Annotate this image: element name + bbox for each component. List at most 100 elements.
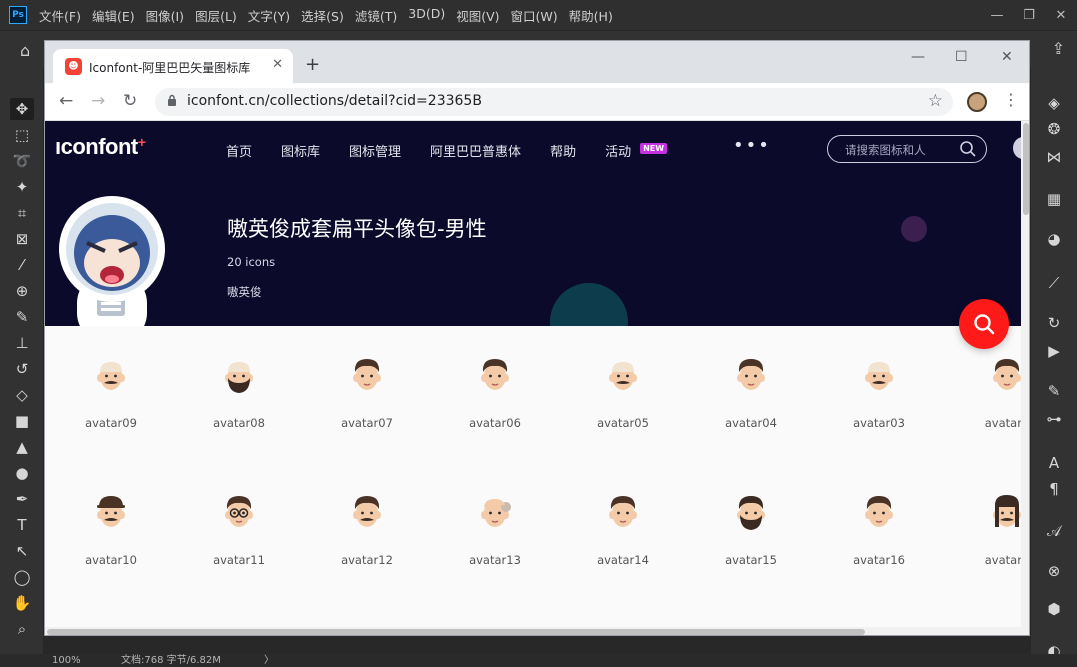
color-icon[interactable]: ◕ [1041, 228, 1067, 250]
navigator-icon[interactable]: ⊗ [1041, 560, 1067, 582]
profile-avatar[interactable] [967, 92, 987, 112]
url-text[interactable]: iconfont.cn/collections/detail?cid=23365… [187, 93, 482, 109]
horizontal-scrollbar[interactable] [45, 627, 1021, 635]
vertical-scrollbar[interactable] [1021, 121, 1029, 635]
crop-tool-icon[interactable]: ⌗ [10, 202, 34, 224]
eyedropper-icon[interactable]: ⁄ [10, 254, 34, 276]
pen-tool-icon[interactable]: ✒ [10, 488, 34, 510]
more-menu-icon[interactable]: ••• [733, 135, 771, 156]
horizontal-scroll-thumb[interactable] [47, 629, 865, 635]
nav-item[interactable]: 图标库 [281, 141, 320, 160]
home-icon[interactable]: ⌂ [20, 41, 30, 60]
browser-tab[interactable]: ☻ Iconfont-阿里巴巴矢量图标库 ✕ [53, 49, 293, 83]
glyphs-icon[interactable]: 𝒜 [1041, 520, 1067, 542]
minimize-icon[interactable]: — [981, 8, 1013, 23]
icon-card[interactable]: avatar09 [66, 356, 156, 436]
icon-card[interactable]: avatar15 [706, 493, 796, 573]
path-select-icon[interactable]: ↖ [10, 540, 34, 562]
icon-card[interactable]: avatar08 [194, 356, 284, 436]
icon-card[interactable]: avatar07 [322, 356, 412, 436]
hand-tool-icon[interactable]: ✋ [10, 592, 34, 614]
icon-card[interactable]: avatar10 [66, 493, 156, 573]
channels-icon[interactable]: ❂ [1041, 118, 1067, 140]
icon-card[interactable]: avatar14 [578, 493, 668, 573]
browser-menu-icon[interactable]: ⋮ [1003, 90, 1019, 109]
brushes-icon[interactable]: ✎ [1041, 380, 1067, 402]
stamp-tool-icon[interactable]: ⊥ [10, 332, 34, 354]
nav-item[interactable]: 图标管理 [349, 141, 401, 160]
new-tab-icon[interactable]: + [305, 54, 320, 75]
paths-icon[interactable]: ⋈ [1041, 146, 1067, 168]
type-tool-icon[interactable]: T [10, 514, 34, 536]
icon-card[interactable]: avatar04 [706, 356, 796, 436]
icon-card[interactable]: avatar05 [578, 356, 668, 436]
tab-close-icon[interactable]: ✕ [272, 57, 283, 72]
brush-settings-icon[interactable]: ⊶ [1041, 408, 1067, 430]
history-brush-icon[interactable]: ↺ [10, 358, 34, 380]
move-tool-icon[interactable]: ✥ [10, 98, 34, 120]
adjustments-icon[interactable]: ⟋ [1041, 272, 1067, 294]
search-icon[interactable] [959, 140, 977, 158]
eraser-tool-icon[interactable]: ◇ [10, 384, 34, 406]
marquee-tool-icon[interactable]: ⬚ [10, 124, 34, 146]
brush-tool-icon[interactable]: ✎ [10, 306, 34, 328]
lasso-tool-icon[interactable]: ➰ [10, 150, 34, 172]
shape-tool-icon[interactable]: ◯ [10, 566, 34, 588]
icon-card[interactable]: avatar03 [834, 356, 924, 436]
browser-maximize-icon[interactable]: ☐ [955, 49, 968, 65]
browser-close-icon[interactable]: ✕ [1001, 49, 1013, 65]
browser-minimize-icon[interactable]: — [911, 49, 925, 65]
ps-logo-icon[interactable]: Ps [9, 6, 27, 24]
ps-menu-item[interactable]: 选择(S) [301, 6, 344, 25]
icon-card[interactable]: avatar16 [834, 493, 924, 573]
status-menu-arrow[interactable]: 〉 [264, 654, 274, 667]
magic-wand-icon[interactable]: ✦ [10, 176, 34, 198]
icon-card[interactable]: avatar1 [962, 493, 1029, 573]
gradient-tool-icon[interactable]: ■ [10, 410, 34, 432]
back-icon[interactable]: ← [59, 91, 73, 111]
character-icon[interactable]: A [1041, 452, 1067, 474]
ps-menu-item[interactable]: 图层(L) [195, 6, 237, 25]
close-icon[interactable]: ✕ [1045, 8, 1077, 23]
swatches-icon[interactable]: ▦ [1041, 188, 1067, 210]
restore-icon[interactable]: ❐ [1013, 8, 1045, 23]
reload-icon[interactable]: ↻ [123, 91, 137, 111]
forward-icon[interactable]: → [91, 91, 105, 111]
ps-menu-item[interactable]: 文件(F) [39, 6, 81, 25]
blur-tool-icon[interactable]: ▲ [10, 436, 34, 458]
history-icon[interactable]: ↻ [1041, 312, 1067, 334]
collection-author[interactable]: 嗷英俊 [227, 284, 262, 300]
ps-menu-item[interactable]: 视图(V) [456, 6, 499, 25]
3d-icon[interactable]: ⬢ [1041, 598, 1067, 620]
layers-icon[interactable]: ◈ [1041, 92, 1067, 114]
ps-menu-item[interactable]: 编辑(E) [92, 6, 135, 25]
healing-brush-icon[interactable]: ⊕ [10, 280, 34, 302]
nav-item[interactable]: 活动 NEW [605, 141, 668, 160]
ps-menu-item[interactable]: 文字(Y) [248, 6, 290, 25]
zoom-level[interactable]: 100% [52, 654, 81, 667]
zoom-tool-icon[interactable]: ⌕ [10, 618, 34, 640]
user-avatar[interactable] [1013, 137, 1021, 159]
ps-menu-item[interactable]: 3D(D) [408, 6, 445, 25]
icon-card[interactable]: avatar13 [450, 493, 540, 573]
icon-card[interactable]: avatar12 [322, 493, 412, 573]
ps-menu-item[interactable]: 窗口(W) [511, 6, 558, 25]
actions-icon[interactable]: ▶ [1041, 340, 1067, 362]
address-bar[interactable]: iconfont.cn/collections/detail?cid=23365… [155, 88, 953, 116]
vertical-scroll-thumb[interactable] [1023, 123, 1029, 215]
ps-menu-item[interactable]: 帮助(H) [569, 6, 613, 25]
share-icon[interactable]: ⇪ [1052, 39, 1065, 58]
ps-menu-item[interactable]: 滤镜(T) [355, 6, 397, 25]
site-search[interactable]: 请搜索图标和人 [827, 135, 987, 163]
nav-item[interactable]: 阿里巴巴普惠体 [430, 141, 521, 160]
ps-menu-item[interactable]: 图像(I) [146, 6, 184, 25]
iconfont-logo[interactable]: ıconfont+ [55, 134, 146, 160]
icon-card[interactable]: avatar06 [450, 356, 540, 436]
frame-tool-icon[interactable]: ⊠ [10, 228, 34, 250]
icon-card[interactable]: avatar0 [962, 356, 1029, 436]
nav-item[interactable]: 帮助 [550, 141, 576, 160]
bookmark-star-icon[interactable]: ☆ [928, 91, 943, 111]
icon-card[interactable]: avatar11 [194, 493, 284, 573]
paragraph-icon[interactable]: ¶ [1041, 478, 1067, 500]
dodge-tool-icon[interactable]: ● [10, 462, 34, 484]
